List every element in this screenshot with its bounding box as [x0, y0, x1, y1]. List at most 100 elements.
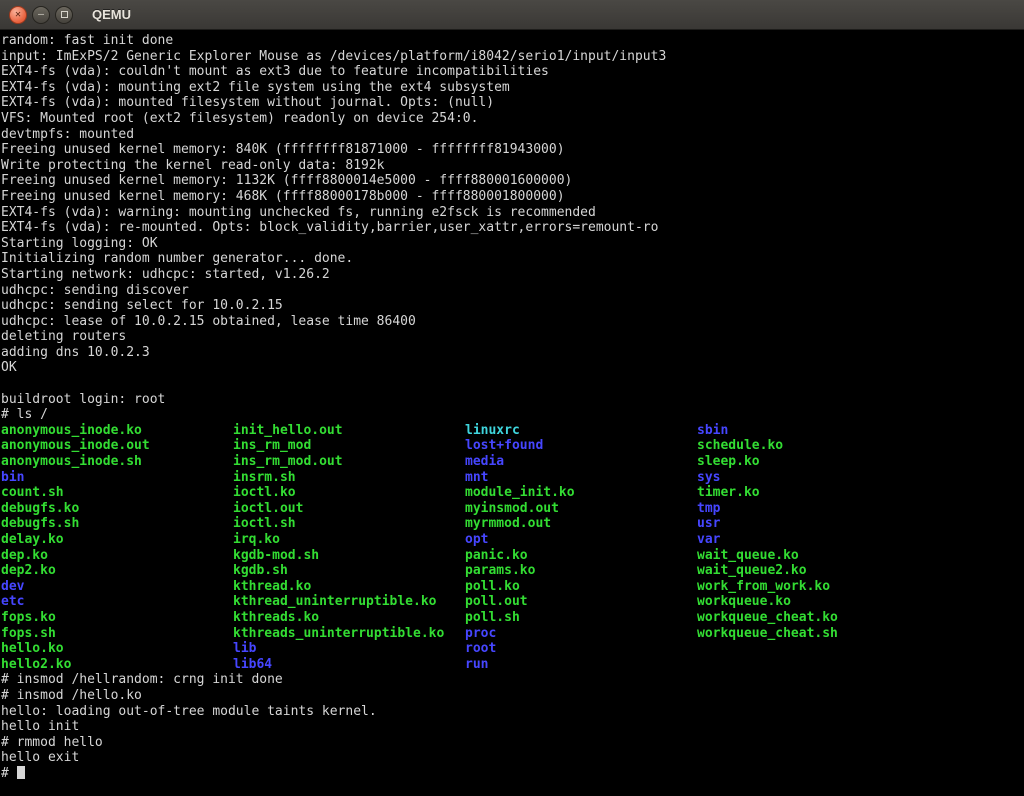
file-entry: ins_rm_mod [233, 438, 465, 454]
boot-log: random: fast init doneinput: ImExPS/2 Ge… [1, 33, 1024, 423]
terminal-line: EXT4-fs (vda): mounting ext2 file system… [1, 80, 1024, 96]
file-entry: kthreads.ko [233, 610, 465, 626]
terminal-line: hello: loading out-of-tree module taints… [1, 704, 1024, 720]
file-entry: hello2.ko [1, 657, 233, 673]
terminal-line: VFS: Mounted root (ext2 filesystem) read… [1, 111, 1024, 127]
file-entry: lost+found [465, 438, 697, 454]
terminal-line: # insmod /hellrandom: crng init done [1, 672, 1024, 688]
file-entry: var [697, 532, 929, 548]
terminal-cursor [17, 766, 25, 779]
terminal-line: EXT4-fs (vda): re-mounted. Opts: block_v… [1, 220, 1024, 236]
file-entry: dep.ko [1, 548, 233, 564]
file-entry: irq.ko [233, 532, 465, 548]
file-entry: panic.ko [465, 548, 697, 564]
file-entry: media [465, 454, 697, 470]
terminal-line: # insmod /hello.ko [1, 688, 1024, 704]
minimize-icon: – [38, 10, 44, 20]
file-entry: linuxrc [465, 423, 697, 439]
terminal-line: OK [1, 360, 1024, 376]
qemu-window: ✕ – QEMU random: fast init doneinput: Im… [0, 0, 1024, 796]
terminal-line: # rmmod hello [1, 735, 1024, 751]
file-entry: kgdb.sh [233, 563, 465, 579]
window-title: QEMU [92, 7, 131, 22]
maximize-icon [61, 11, 68, 18]
ls-output: anonymous_inode.koanonymous_inode.outano… [1, 423, 1024, 673]
terminal[interactable]: random: fast init doneinput: ImExPS/2 Ge… [0, 30, 1024, 796]
file-entry: poll.ko [465, 579, 697, 595]
file-entry: hello.ko [1, 641, 233, 657]
file-entry: fops.sh [1, 626, 233, 642]
ls-column: sbinschedule.kosleep.kosystimer.kotmpusr… [697, 423, 929, 641]
file-entry: proc [465, 626, 697, 642]
file-entry: count.sh [1, 485, 233, 501]
file-entry: usr [697, 516, 929, 532]
terminal-line: udhcpc: sending discover [1, 283, 1024, 299]
terminal-line: devtmpfs: mounted [1, 127, 1024, 143]
ls-column: init_hello.outins_rm_modins_rm_mod.outin… [233, 423, 465, 673]
minimize-button[interactable]: – [32, 6, 50, 24]
file-entry: sys [697, 470, 929, 486]
file-entry: dep2.ko [1, 563, 233, 579]
file-entry: workqueue_cheat.sh [697, 626, 929, 642]
terminal-line: Starting logging: OK [1, 236, 1024, 252]
file-entry: wait_queue.ko [697, 548, 929, 564]
terminal-line: adding dns 10.0.2.3 [1, 345, 1024, 361]
terminal-line [1, 376, 1024, 392]
file-entry: workqueue.ko [697, 594, 929, 610]
file-entry: params.ko [465, 563, 697, 579]
close-icon: ✕ [15, 10, 21, 20]
titlebar[interactable]: ✕ – QEMU [0, 0, 1024, 30]
file-entry: ioctl.ko [233, 485, 465, 501]
close-button[interactable]: ✕ [9, 6, 27, 24]
terminal-line: deleting routers [1, 329, 1024, 345]
file-entry: sleep.ko [697, 454, 929, 470]
file-entry: dev [1, 579, 233, 595]
file-entry: anonymous_inode.ko [1, 423, 233, 439]
file-entry: wait_queue2.ko [697, 563, 929, 579]
terminal-line: Initializing random number generator... … [1, 251, 1024, 267]
terminal-line: input: ImExPS/2 Generic Explorer Mouse a… [1, 49, 1024, 65]
terminal-line: EXT4-fs (vda): warning: mounting uncheck… [1, 205, 1024, 221]
file-entry: myinsmod.out [465, 501, 697, 517]
file-entry: bin [1, 470, 233, 486]
file-entry: run [465, 657, 697, 673]
terminal-line: udhcpc: lease of 10.0.2.15 obtained, lea… [1, 314, 1024, 330]
file-entry: etc [1, 594, 233, 610]
file-entry: root [465, 641, 697, 657]
maximize-button[interactable] [55, 6, 73, 24]
terminal-line: hello init [1, 719, 1024, 735]
ls-column: linuxrclost+foundmediamntmodule_init.kom… [465, 423, 697, 673]
terminal-line: Freeing unused kernel memory: 1132K (fff… [1, 173, 1024, 189]
shell-prompt: # [1, 766, 17, 781]
file-entry: workqueue_cheat.ko [697, 610, 929, 626]
terminal-line: # ls / [1, 407, 1024, 423]
file-entry: schedule.ko [697, 438, 929, 454]
file-entry: fops.ko [1, 610, 233, 626]
terminal-line: EXT4-fs (vda): couldn't mount as ext3 du… [1, 64, 1024, 80]
ls-column: anonymous_inode.koanonymous_inode.outano… [1, 423, 233, 673]
terminal-line: hello exit [1, 750, 1024, 766]
terminal-line: random: fast init done [1, 33, 1024, 49]
file-entry: kthread_uninterruptible.ko [233, 594, 465, 610]
file-entry: debugfs.sh [1, 516, 233, 532]
prompt-line: # [1, 766, 1024, 782]
file-entry: poll.out [465, 594, 697, 610]
terminal-line: Freeing unused kernel memory: 468K (ffff… [1, 189, 1024, 205]
terminal-line: Freeing unused kernel memory: 840K (ffff… [1, 142, 1024, 158]
file-entry: timer.ko [697, 485, 929, 501]
file-entry: anonymous_inode.out [1, 438, 233, 454]
file-entry: tmp [697, 501, 929, 517]
file-entry: poll.sh [465, 610, 697, 626]
file-entry: kthreads_uninterruptible.ko [233, 626, 465, 642]
post-log: # insmod /hellrandom: crng init done# in… [1, 672, 1024, 766]
file-entry: opt [465, 532, 697, 548]
file-entry: debugfs.ko [1, 501, 233, 517]
terminal-line: Starting network: udhcpc: started, v1.26… [1, 267, 1024, 283]
file-entry: module_init.ko [465, 485, 697, 501]
file-entry: kgdb-mod.sh [233, 548, 465, 564]
file-entry: insrm.sh [233, 470, 465, 486]
file-entry: kthread.ko [233, 579, 465, 595]
file-entry: init_hello.out [233, 423, 465, 439]
file-entry: delay.ko [1, 532, 233, 548]
file-entry: lib [233, 641, 465, 657]
